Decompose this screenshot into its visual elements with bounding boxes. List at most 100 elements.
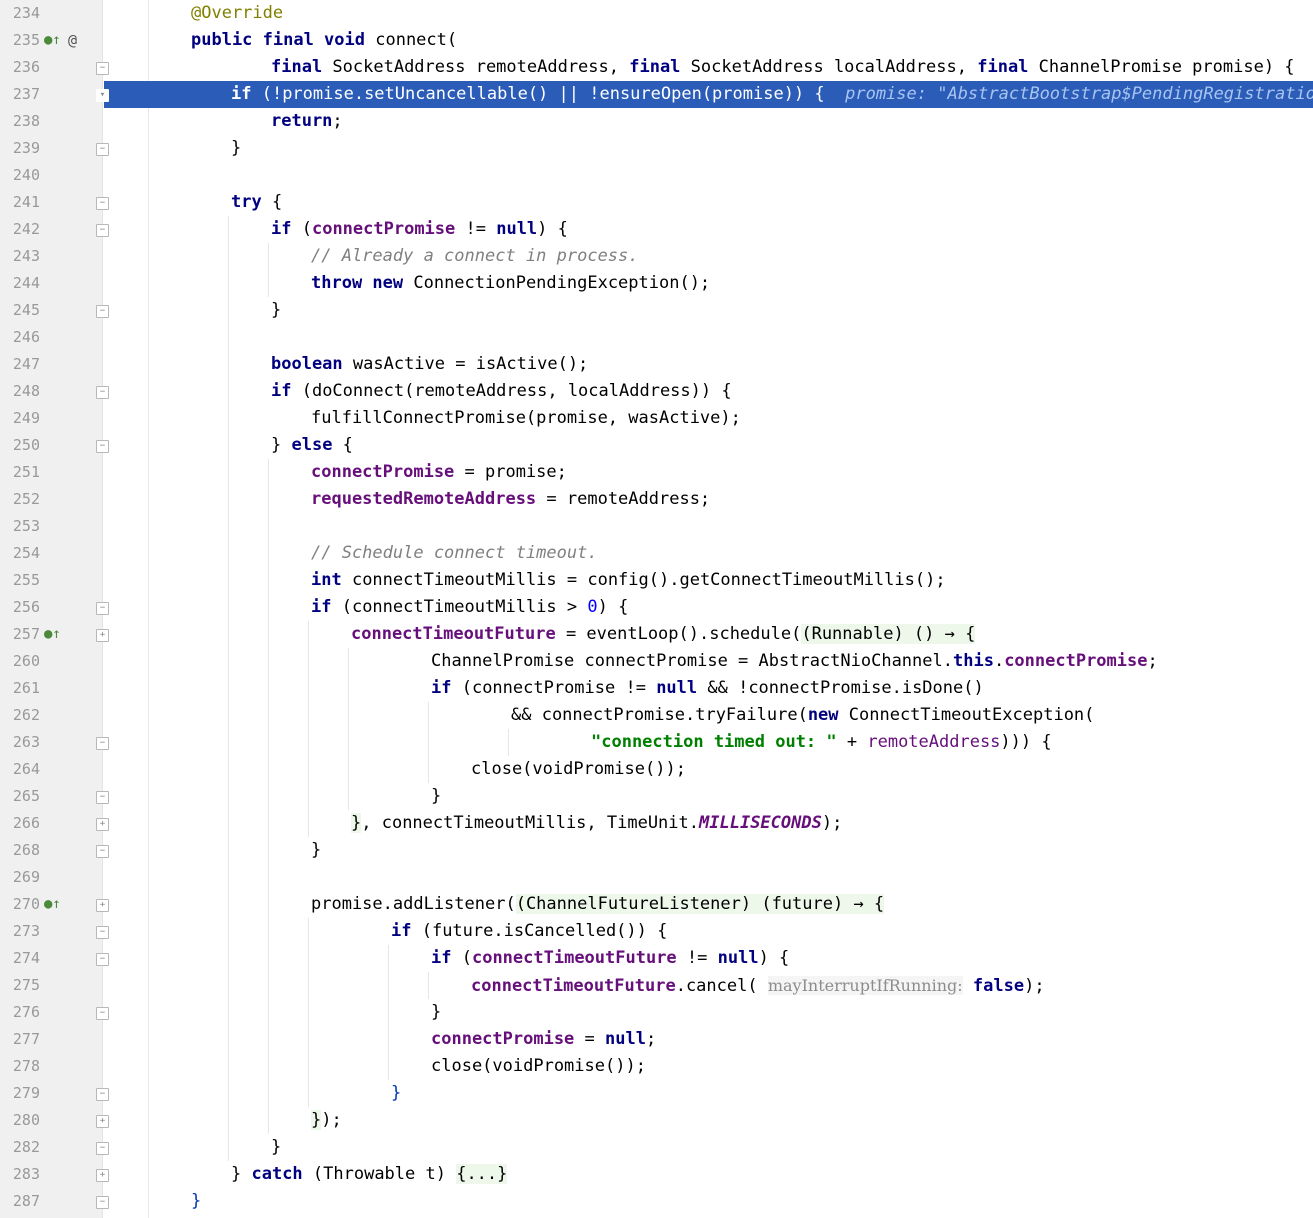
fold-expand-icon[interactable]: + (96, 1115, 109, 1128)
code-line[interactable]: 274 − if (connectTimeoutFuture != null) … (0, 945, 1313, 972)
fold-marker-icon[interactable]: − (96, 845, 109, 858)
override-up-icon[interactable]: ●↑ (44, 891, 61, 918)
code-line[interactable]: 241 − try { (0, 189, 1313, 216)
line-content: close(voidPromise()); (431, 1056, 646, 1076)
code-line[interactable]: 277 connectPromise = null; (0, 1026, 1313, 1053)
code-line[interactable]: 244 throw new ConnectionPendingException… (0, 270, 1313, 297)
code-line[interactable]: 263 − "connection timed out: " + remoteA… (0, 729, 1313, 756)
line-content: if (connectPromise != null && !connectPr… (431, 678, 984, 698)
line-number: 248 (12, 382, 40, 400)
line-number: 255 (12, 571, 40, 589)
fold-expand-icon[interactable]: + (96, 629, 109, 642)
parameter-hint: mayInterruptIfRunning: (767, 976, 963, 995)
code-line[interactable]: 280 + }); (0, 1107, 1313, 1134)
code-line[interactable]: 266 + }, connectTimeoutMillis, TimeUnit.… (0, 810, 1313, 837)
code-line[interactable]: 236 − final SocketAddress remoteAddress,… (0, 54, 1313, 81)
fold-marker-icon[interactable]: − (96, 1196, 109, 1209)
fold-marker-icon[interactable]: − (96, 1142, 109, 1155)
line-number: 249 (12, 409, 40, 427)
code-editor[interactable]: 234 @Override 235 ●↑ @ public final void… (0, 0, 1313, 1218)
code-line[interactable]: 283 + } catch (Throwable t) {...} (0, 1161, 1313, 1188)
code-line[interactable]: 261 if (connectPromise != null && !conne… (0, 675, 1313, 702)
fold-marker-icon[interactable]: − (96, 926, 109, 939)
line-number: 270 (12, 895, 40, 913)
code-line[interactable]: 268 − } (0, 837, 1313, 864)
code-line[interactable]: 257 ●↑ + connectTimeoutFuture = eventLoo… (0, 621, 1313, 648)
line-number: 238 (12, 112, 40, 130)
current-line[interactable]: 237 ▾ if (!promise.setUncancellable() ||… (0, 81, 1313, 108)
code-line[interactable]: 279 − } (0, 1080, 1313, 1107)
fold-marker-icon[interactable]: − (96, 62, 109, 75)
code-line[interactable]: 248 − if (doConnect(remoteAddress, local… (0, 378, 1313, 405)
line-content: } (391, 1083, 402, 1103)
breakpoint-fold-icon[interactable]: ▾ (96, 89, 109, 102)
line-number: 251 (12, 463, 40, 481)
code-line[interactable]: 251 connectPromise = promise; (0, 459, 1313, 486)
code-line[interactable]: 246 (0, 324, 1313, 351)
line-number: 236 (12, 58, 40, 76)
line-number: 282 (12, 1138, 40, 1156)
line-number: 250 (12, 436, 40, 454)
fold-marker-icon[interactable]: − (96, 1088, 109, 1101)
fold-marker-icon[interactable]: − (96, 143, 109, 156)
debug-value-hint: promise: "AbstractBootstrap$PendingRegis… (845, 84, 1313, 104)
code-line[interactable]: 239 − } (0, 135, 1313, 162)
code-line[interactable]: 255 int connectTimeoutMillis = config().… (0, 567, 1313, 594)
code-line[interactable]: 262 && connectPromise.tryFailure(new Con… (0, 702, 1313, 729)
code-line[interactable]: 287 − } (0, 1188, 1313, 1215)
code-line[interactable]: 242 − if (connectPromise != null) { (0, 216, 1313, 243)
line-number: 254 (12, 544, 40, 562)
fold-marker-icon[interactable]: − (96, 440, 109, 453)
line-content: if (doConnect(remoteAddress, localAddres… (271, 381, 732, 401)
code-line[interactable]: 270 ●↑ + promise.addListener((ChannelFut… (0, 891, 1313, 918)
code-line[interactable]: 245 − } (0, 297, 1313, 324)
override-up-icon[interactable]: ●↑ (44, 27, 61, 54)
code-line[interactable]: 253 (0, 513, 1313, 540)
code-line[interactable]: 269 (0, 864, 1313, 891)
code-line[interactable]: 276 − } (0, 999, 1313, 1026)
code-line[interactable]: 273 − if (future.isCancelled()) { (0, 918, 1313, 945)
fold-marker-icon[interactable]: − (96, 953, 109, 966)
folded-block[interactable]: {...} (456, 1164, 508, 1184)
line-content: } (311, 840, 322, 860)
code-line[interactable]: 247 boolean wasActive = isActive(); (0, 351, 1313, 378)
fold-marker-icon[interactable]: − (96, 224, 109, 237)
code-line[interactable]: 243 // Already a connect in process. (0, 243, 1313, 270)
code-line[interactable]: 240 (0, 162, 1313, 189)
code-line[interactable]: 252 requestedRemoteAddress = remoteAddre… (0, 486, 1313, 513)
code-line[interactable]: 235 ●↑ @ public final void connect( (0, 27, 1313, 54)
line-content: } (271, 300, 282, 320)
code-line[interactable]: 256 − if (connectTimeoutMillis > 0) { (0, 594, 1313, 621)
fold-expand-icon[interactable]: + (96, 899, 109, 912)
code-line[interactable]: 282 − } (0, 1134, 1313, 1161)
at-icon[interactable]: @ (68, 27, 77, 54)
fold-marker-icon[interactable]: − (96, 386, 109, 399)
line-number: 242 (12, 220, 40, 238)
fold-marker-icon[interactable]: − (96, 197, 109, 210)
code-line[interactable]: 238 return; (0, 108, 1313, 135)
code-line[interactable]: 265 − } (0, 783, 1313, 810)
line-number: 262 (12, 706, 40, 724)
line-number: 275 (12, 976, 40, 994)
override-up-icon[interactable]: ●↑ (44, 621, 61, 648)
line-content: if (connectTimeoutMillis > 0) { (311, 597, 629, 617)
fold-marker-icon[interactable]: − (96, 602, 109, 615)
line-number: 257 (12, 625, 40, 643)
fold-marker-icon[interactable]: − (96, 791, 109, 804)
fold-marker-icon[interactable]: − (96, 737, 109, 750)
code-line[interactable]: 264 close(voidPromise()); (0, 756, 1313, 783)
code-line[interactable]: 260 ChannelPromise connectPromise = Abst… (0, 648, 1313, 675)
fold-marker-icon[interactable]: − (96, 1007, 109, 1020)
line-number: 280 (12, 1111, 40, 1129)
fold-expand-icon[interactable]: + (96, 818, 109, 831)
fold-marker-icon[interactable]: − (96, 305, 109, 318)
code-line[interactable]: 275 connectTimeoutFuture.cancel( mayInte… (0, 972, 1313, 999)
code-line[interactable]: 254 // Schedule connect timeout. (0, 540, 1313, 567)
code-line[interactable]: 234 @Override (0, 0, 1313, 27)
line-number: 235 (12, 31, 40, 49)
code-line[interactable]: 249 fulfillConnectPromise(promise, wasAc… (0, 405, 1313, 432)
line-content: } (271, 1137, 282, 1157)
code-line[interactable]: 250 − } else { (0, 432, 1313, 459)
code-line[interactable]: 278 close(voidPromise()); (0, 1053, 1313, 1080)
fold-expand-icon[interactable]: + (96, 1169, 109, 1182)
